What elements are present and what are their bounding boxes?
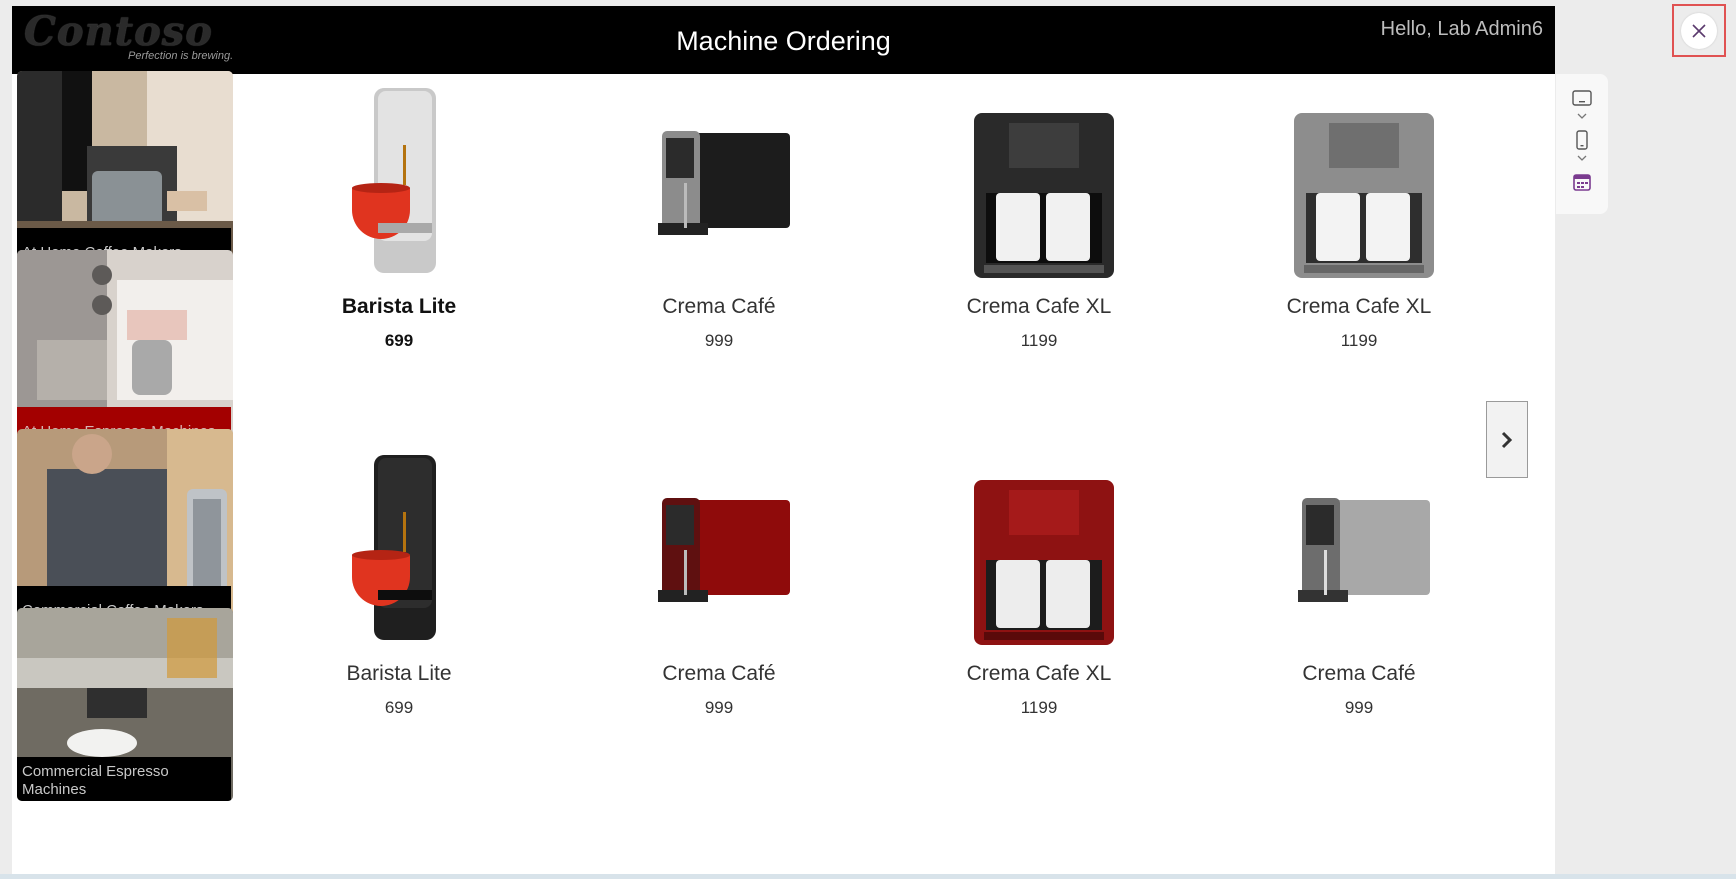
product-price: 999 — [1344, 698, 1374, 717]
user-greeting: Hello, Lab Admin6 — [1380, 18, 1543, 40]
product-name: Crema Cafe XL — [966, 662, 1112, 685]
espresso-machine-silver-icon — [1298, 498, 1430, 602]
product-price: 1199 — [1340, 331, 1378, 350]
calendar-button[interactable] — [1568, 170, 1596, 194]
dual-cup-machine-red-icon — [974, 480, 1114, 645]
close-button-circle — [1681, 12, 1717, 49]
product-card[interactable]: Crema Cafe XL 1199 — [1229, 83, 1489, 383]
studio-side-toolbar — [1556, 74, 1608, 214]
product-card[interactable]: Barista Lite 699 — [269, 83, 529, 383]
product-price: 999 — [704, 331, 734, 350]
dual-cup-machine-grey-icon — [1294, 113, 1434, 278]
category-commercial-espresso-machines[interactable]: Commercial Espresso Machines — [17, 608, 233, 801]
product-card[interactable]: Crema Cafe XL 1199 — [909, 83, 1169, 383]
tablet-layout-button[interactable] — [1568, 86, 1596, 110]
product-price: 699 — [384, 331, 414, 350]
page-title: Machine Ordering — [676, 26, 891, 56]
product-price: 1199 — [1020, 331, 1058, 350]
app-header: Contoso Perfection is brewing. Machine O… — [12, 6, 1555, 74]
product-card[interactable]: Crema Café 999 — [589, 83, 849, 383]
product-name: Crema Café — [662, 662, 776, 685]
dual-cup-machine-black-icon — [974, 113, 1114, 278]
product-name: Crema Cafe XL — [1286, 295, 1432, 318]
product-name: Crema Cafe XL — [966, 295, 1112, 318]
phone-icon — [1576, 130, 1588, 150]
product-card[interactable]: Barista Lite 699 — [269, 450, 529, 750]
app-canvas: Contoso Perfection is brewing. Machine O… — [12, 6, 1555, 874]
espresso-machine-red-icon — [658, 498, 790, 602]
product-card[interactable]: Crema Cafe XL 1199 — [909, 450, 1169, 750]
category-at-home-espresso-machines[interactable]: At Home Espresso Machines — [17, 250, 233, 443]
phone-layout-button[interactable] — [1568, 128, 1596, 152]
category-label: Commercial Espresso Machines — [17, 757, 231, 801]
product-name: Crema Café — [1302, 662, 1416, 685]
product-price: 999 — [704, 698, 734, 717]
close-button[interactable] — [1672, 4, 1726, 57]
close-icon — [1692, 23, 1706, 38]
chevron-right-icon — [1501, 431, 1513, 448]
espresso-machine-black-icon — [658, 131, 790, 235]
bottom-divider — [0, 874, 1736, 879]
chevron-down-icon[interactable] — [1574, 154, 1590, 164]
product-card[interactable]: Crema Café 999 — [589, 450, 849, 750]
next-page-button[interactable] — [1486, 401, 1528, 478]
chevron-down-icon[interactable] — [1574, 112, 1590, 122]
product-price: 1199 — [1020, 698, 1058, 717]
product-name: Barista Lite — [346, 662, 452, 685]
calendar-icon — [1573, 174, 1591, 191]
capsule-machine-silver-icon — [352, 88, 436, 273]
product-name: Barista Lite — [341, 295, 457, 318]
category-commercial-coffee-makers[interactable]: Commercial Coffee Makers — [17, 429, 233, 622]
category-at-home-coffee-makers[interactable]: At Home Coffee Makers — [17, 71, 233, 264]
product-name: Crema Café — [662, 295, 776, 318]
product-card[interactable]: Crema Café 999 — [1229, 450, 1489, 750]
tablet-icon — [1572, 90, 1592, 106]
capsule-machine-black-icon — [352, 455, 436, 640]
product-price: 699 — [384, 698, 414, 717]
